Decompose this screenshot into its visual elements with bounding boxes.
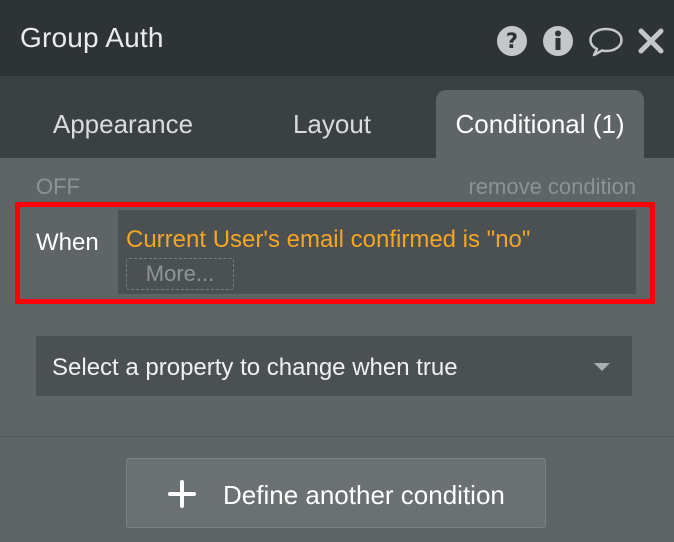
header-icons: ?: [496, 24, 664, 58]
tab-bar: Appearance Layout Conditional (1): [0, 76, 674, 158]
svg-text:?: ?: [506, 29, 518, 53]
condition-expression[interactable]: Current User's email confirmed is "no": [126, 226, 530, 254]
property-select-value: Select a property to change when true: [52, 354, 458, 381]
close-icon[interactable]: [638, 28, 664, 54]
tab-conditional[interactable]: Conditional (1): [436, 90, 644, 158]
tab-appearance[interactable]: Appearance: [22, 90, 224, 158]
property-select-dropdown[interactable]: Select a property to change when true: [36, 336, 632, 396]
plus-icon: [168, 480, 196, 508]
tab-layout[interactable]: Layout: [246, 90, 418, 158]
remove-condition-link[interactable]: remove condition: [468, 174, 636, 200]
help-icon[interactable]: ?: [496, 25, 528, 57]
define-another-condition-button[interactable]: Define another condition: [126, 458, 546, 528]
define-condition-label: Define another condition: [223, 480, 505, 510]
condition-status-toggle[interactable]: OFF: [36, 174, 80, 200]
more-button[interactable]: More...: [126, 258, 234, 290]
divider: [0, 436, 674, 437]
comment-icon[interactable]: [588, 25, 624, 57]
condition-when-row: When Current User's email confirmed is "…: [15, 202, 655, 304]
chevron-down-icon: [594, 363, 610, 371]
when-label: When: [36, 229, 99, 256]
expression-editor[interactable]: Current User's email confirmed is "no" M…: [118, 210, 636, 294]
panel-title: Group Auth: [20, 22, 164, 53]
info-icon[interactable]: [542, 25, 574, 57]
panel-header: Group Auth ?: [0, 0, 674, 76]
